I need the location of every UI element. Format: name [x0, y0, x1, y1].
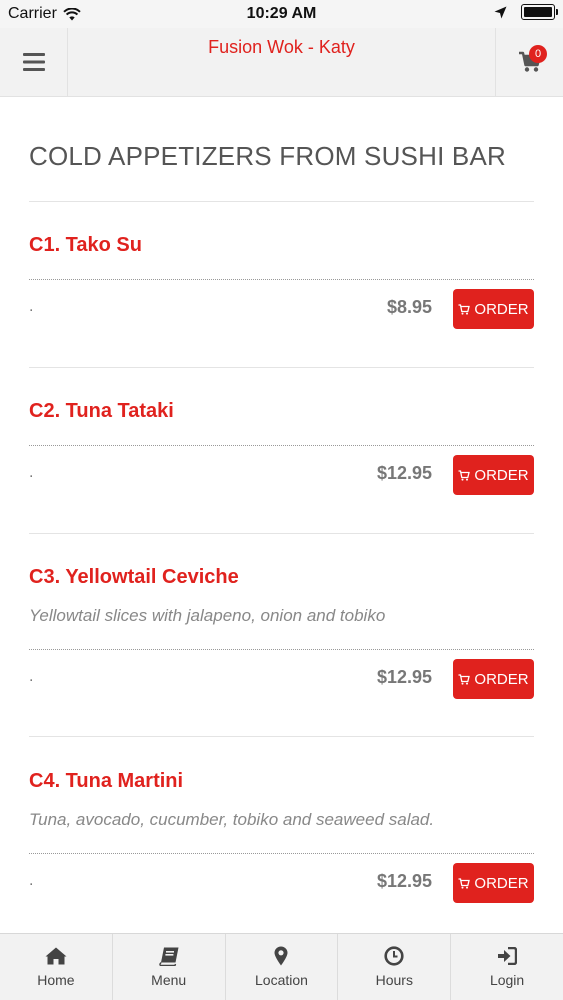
cart-icon — [458, 673, 471, 685]
cart-icon — [458, 303, 471, 315]
nav-label: Login — [489, 972, 525, 988]
order-label: ORDER — [474, 300, 529, 318]
cart-icon — [458, 877, 471, 889]
nav-label: Hours — [375, 972, 413, 988]
cart-count-badge: 0 — [529, 45, 547, 63]
nav-home[interactable]: Home — [0, 934, 113, 1000]
location-arrow-icon — [494, 6, 507, 18]
nav-location[interactable]: Location — [226, 934, 339, 1000]
battery-icon — [521, 4, 558, 20]
dotted-divider — [29, 649, 534, 650]
item-price: $8.95 — [386, 297, 432, 317]
menu-content[interactable]: COLD APPETIZERS FROM SUSHI BAR C1. Tako … — [0, 97, 563, 933]
section-divider — [29, 201, 534, 202]
menu-item: C4. Tuna Martini Tuna, avocado, cucumber… — [29, 770, 534, 933]
section-title: COLD APPETIZERS FROM SUSHI BAR — [29, 141, 506, 171]
order-button[interactable]: ORDER — [453, 863, 534, 903]
nav-menu[interactable]: Menu — [113, 934, 226, 1000]
status-bar: Carrier 10:29 AM — [0, 0, 563, 28]
book-icon — [158, 947, 179, 966]
app-header: Fusion Wok - Katy 0 — [0, 28, 563, 97]
restaurant-title: Fusion Wok - Katy — [208, 37, 355, 57]
hamburger-menu-button[interactable] — [0, 28, 68, 96]
nav-label: Location — [255, 972, 308, 988]
item-note: . — [29, 872, 34, 889]
order-label: ORDER — [474, 466, 529, 484]
sign-in-icon — [498, 947, 518, 965]
item-note: . — [29, 464, 34, 481]
dotted-divider — [29, 445, 534, 446]
item-name: C1. Tako Su — [29, 234, 142, 256]
clock: 10:29 AM — [246, 5, 317, 22]
item-note: . — [29, 298, 34, 315]
dotted-divider — [29, 279, 534, 280]
item-note: . — [29, 668, 34, 685]
cart-icon — [458, 469, 471, 481]
item-price: $12.95 — [376, 463, 432, 483]
item-name: C4. Tuna Martini — [29, 770, 184, 792]
item-price: $12.95 — [376, 871, 432, 891]
menu-item: C2. Tuna Tataki . $12.95 ORDER — [29, 400, 534, 570]
item-price: $12.95 — [376, 667, 432, 687]
nav-hours[interactable]: Hours — [338, 934, 452, 1000]
order-button[interactable]: ORDER — [453, 455, 534, 495]
cart-button[interactable]: 0 — [495, 28, 563, 96]
item-name: C3. Yellowtail Ceviche — [29, 566, 239, 588]
item-description: Tuna, avocado, cucumber, tobiko and seaw… — [29, 810, 435, 829]
item-divider — [29, 533, 534, 534]
item-name: C2. Tuna Tataki — [29, 400, 174, 422]
item-description: Yellowtail slices with jalapeno, onion a… — [29, 606, 386, 625]
order-button[interactable]: ORDER — [453, 289, 534, 329]
nav-label: Menu — [151, 972, 187, 988]
menu-item: C1. Tako Su . $8.95 ORDER — [29, 234, 534, 404]
bottom-nav: Home Menu Location Hours Login — [0, 933, 563, 1000]
item-divider — [29, 736, 534, 737]
home-icon — [45, 947, 67, 965]
menu-item: C3. Yellowtail Ceviche Yellowtail slices… — [29, 566, 534, 776]
item-divider — [29, 367, 534, 368]
nav-label: Home — [37, 972, 75, 988]
nav-login[interactable]: Login — [451, 934, 563, 1000]
clock-icon — [384, 946, 404, 966]
hamburger-icon — [22, 53, 45, 71]
order-label: ORDER — [474, 874, 529, 892]
dotted-divider — [29, 853, 534, 854]
map-pin-icon — [274, 946, 288, 966]
order-label: ORDER — [474, 670, 529, 688]
order-button[interactable]: ORDER — [453, 659, 534, 699]
